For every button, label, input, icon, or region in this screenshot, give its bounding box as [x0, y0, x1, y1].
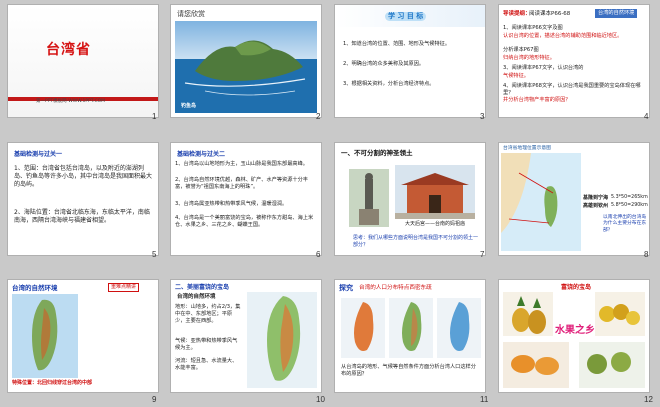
slide-number: 5 [152, 250, 157, 259]
photo-caption: 大天后宫——台南的妈祖庙 [405, 221, 466, 227]
question-text: 思考：我们从哪些方面说明台湾是我国不可分割的领土一部分？ [353, 235, 479, 248]
outline-line: 1、阅读课本P66文字及图 [503, 25, 563, 31]
temple-photo [395, 165, 475, 219]
objective-item: 3、根据相关资料，分析台湾经济特点。 [343, 81, 435, 87]
slide-thumbnail-4[interactable]: 导读提纲： 阅读课本P66-68 台湾的自然环境 1、阅读课本P66文字及图 认… [499, 5, 649, 117]
outline-box: 台湾的自然环境 [595, 9, 638, 19]
slide-number: 9 [152, 395, 157, 404]
slide-number: 1 [152, 112, 157, 121]
slide-title: 台湾的自然环境 [12, 284, 58, 292]
slide-title: 台湾省 [46, 42, 91, 58]
outline-line: 4、阅读课本P68文字，认识台湾是我国重要的宝岛体现在哪里？ [503, 83, 641, 97]
slide-sorter-grid: 台湾省 第一PPT模板网-WWW.1PPT.COM 1 请您欣赏 钓鱼岛 2 学… [0, 0, 660, 407]
fruit-photos [503, 292, 645, 388]
slide-number: 12 [644, 395, 653, 404]
slide-subheader: 台湾的自然环境 [177, 294, 216, 300]
slide-number: 3 [480, 112, 485, 121]
objective-item: 2、明确台湾的众多美称及其原因。 [343, 61, 425, 67]
slide-thumbnail-6[interactable]: 基础检测与过关二 1、台湾岛以山地地形为主，玉山山脉是我国东部最高峰。 2、台湾… [171, 143, 321, 255]
content-line: 1、范围：台湾省包括台湾岛，以及附近的澎湖列岛、钓鱼岛等许多小岛，其中台湾岛是我… [14, 165, 153, 189]
outline-text: 阅读课本P66-68 [529, 11, 571, 17]
outline-line: 并分析台湾物产丰富的原因？ [503, 97, 571, 103]
population-map-3 [437, 298, 481, 358]
fruit-banner: 水果之乡 [555, 325, 595, 336]
question-text: 从台湾岛的地形、气候等自然条件方面分析台湾人口这样分布的原因？ [341, 364, 476, 378]
slide-thumbnail-11[interactable]: 探究 台湾的人口分布特点西密东疏 从台湾岛的地形、气候等自然条件方面分析台湾人口… [335, 280, 485, 392]
slide-number: 2 [316, 112, 321, 121]
population-map-2 [389, 298, 433, 358]
outline-line: 认识台湾的位置，描述台湾的辅助范围和临近地区。 [503, 33, 623, 39]
slide-thumbnail-2[interactable]: 请您欣赏 钓鱼岛 [171, 5, 321, 117]
note-text: 以南北伸出的台湾岛为什么主要分布在东部？ [603, 215, 647, 233]
content-line: 3、台湾岛属亚热带和热带季风气候，温暖湿润。 [175, 201, 288, 207]
slide-title: 请您欣赏 [177, 10, 205, 18]
population-map-1 [341, 298, 385, 358]
distance-value: 5.3*50=265km [611, 195, 648, 200]
content-line: 河流：短且急、水流量大、水能丰富。 [175, 358, 238, 372]
content-line: 1、台湾岛以山地地形为主，玉山山脉是我国东部最高峰。 [175, 161, 308, 167]
section-tag: 重难点精讲 [108, 283, 140, 292]
photo-caption: 钓鱼岛 [181, 103, 197, 109]
content-line: 2、海陆位置：台湾省北临东海，东临太平洋，南临南海，西隔台湾海峡与福建省相望。 [14, 209, 150, 225]
distance-value: 5.8*50=290km [611, 203, 648, 208]
slide-number: 4 [644, 112, 649, 121]
slide-header: 一、不可分割的神圣领土 [341, 149, 413, 157]
outline-label: 导读提纲： [503, 11, 531, 17]
slide-footer: 第一PPT模板网-WWW.1PPT.COM [36, 99, 106, 104]
slide-number: 11 [480, 395, 489, 404]
slide-number: 10 [316, 395, 325, 404]
content-line: 气候：亚热带和热带季风气候为主。 [175, 338, 238, 352]
slide-header: 基础检测与过关一 [14, 151, 63, 158]
distance-label: 基隆到宁海 [583, 195, 609, 201]
slide-number: 6 [316, 250, 321, 259]
objectives-banner: 学 习 目 标 [385, 12, 427, 22]
taiwan-location-map [501, 153, 581, 251]
outline-line: 3、阅读课本P67文字，认识台湾的 [503, 65, 584, 71]
island-photo [175, 21, 317, 113]
outline-line: 归纳台湾的地形特征。 [503, 55, 555, 61]
content-line: 4、台湾岛是一个美丽富饶的宝岛，被称作东方甜岛、海上米仓、水果之乡、三花之乡、蝴… [175, 215, 314, 229]
taiwan-terrain-map [12, 294, 78, 378]
slide-thumbnail-9[interactable]: 台湾的自然环境 重难点精讲 特殊位置：北回归线穿过台湾的中部 [8, 280, 158, 392]
slide-header: 基础检测与过关二 [177, 151, 226, 158]
slide-header: 探究 [339, 284, 353, 292]
outline-line: 气候特征。 [503, 73, 529, 79]
map-notes [82, 298, 154, 368]
objective-item: 1、知道台湾的位置、范围、地形及气候特征。 [343, 41, 451, 47]
outline-line: 分析课本P67图 [503, 47, 539, 53]
slide-number: 8 [644, 250, 649, 259]
content-line: 地形：山地多，约占2/3，集中在中、东部地区；平原少，主要在西部。 [175, 304, 241, 325]
slide-title: 富饶的宝岛 [561, 284, 592, 291]
slide-number: 7 [480, 250, 485, 259]
statue-photo [349, 169, 389, 227]
slide-title: 台湾的人口分布特点西密东疏 [359, 285, 432, 291]
slide-thumbnail-12[interactable]: 富饶的宝岛 水果之乡 [499, 280, 649, 392]
slide-thumbnail-10[interactable]: 二、美丽富饶的宝岛 台湾的自然环境 地形：山地多，约占2/3，集中在中、东部地区… [171, 280, 321, 392]
distance-label: 高雄到钦州 [583, 203, 609, 209]
taiwan-relief-map [247, 292, 317, 388]
bottom-caption: 特殊位置：北回归线穿过台湾的中部 [12, 380, 93, 386]
content-line: 2、台湾岛自然环境优越，森林、矿产、水产等资源十分丰富，被誉为“祖国东南海上的明… [175, 177, 308, 191]
slide-thumbnail-5[interactable]: 基础检测与过关一 1、范围：台湾省包括台湾岛，以及附近的澎湖列岛、钓鱼岛等许多小… [8, 143, 158, 255]
slide-thumbnail-3[interactable]: 学 习 目 标 1、知道台湾的位置、范围、地形及气候特征。 2、明确台湾的众多美… [335, 5, 485, 117]
map-title: 台湾省地理位置示意图 [503, 146, 551, 151]
slide-header: 二、美丽富饶的宝岛 [175, 284, 230, 291]
slide-thumbnail-8[interactable]: 台湾省地理位置示意图 基隆到宁海 5.3*50=265km 高雄到钦州 5.8*… [499, 143, 649, 255]
slide-thumbnail-7[interactable]: 一、不可分割的神圣领土 大天后宫——台南的妈祖庙 思考：我们从哪些方面说明台湾是… [335, 143, 485, 255]
slide-thumbnail-1[interactable]: 台湾省 第一PPT模板网-WWW.1PPT.COM [8, 5, 158, 117]
